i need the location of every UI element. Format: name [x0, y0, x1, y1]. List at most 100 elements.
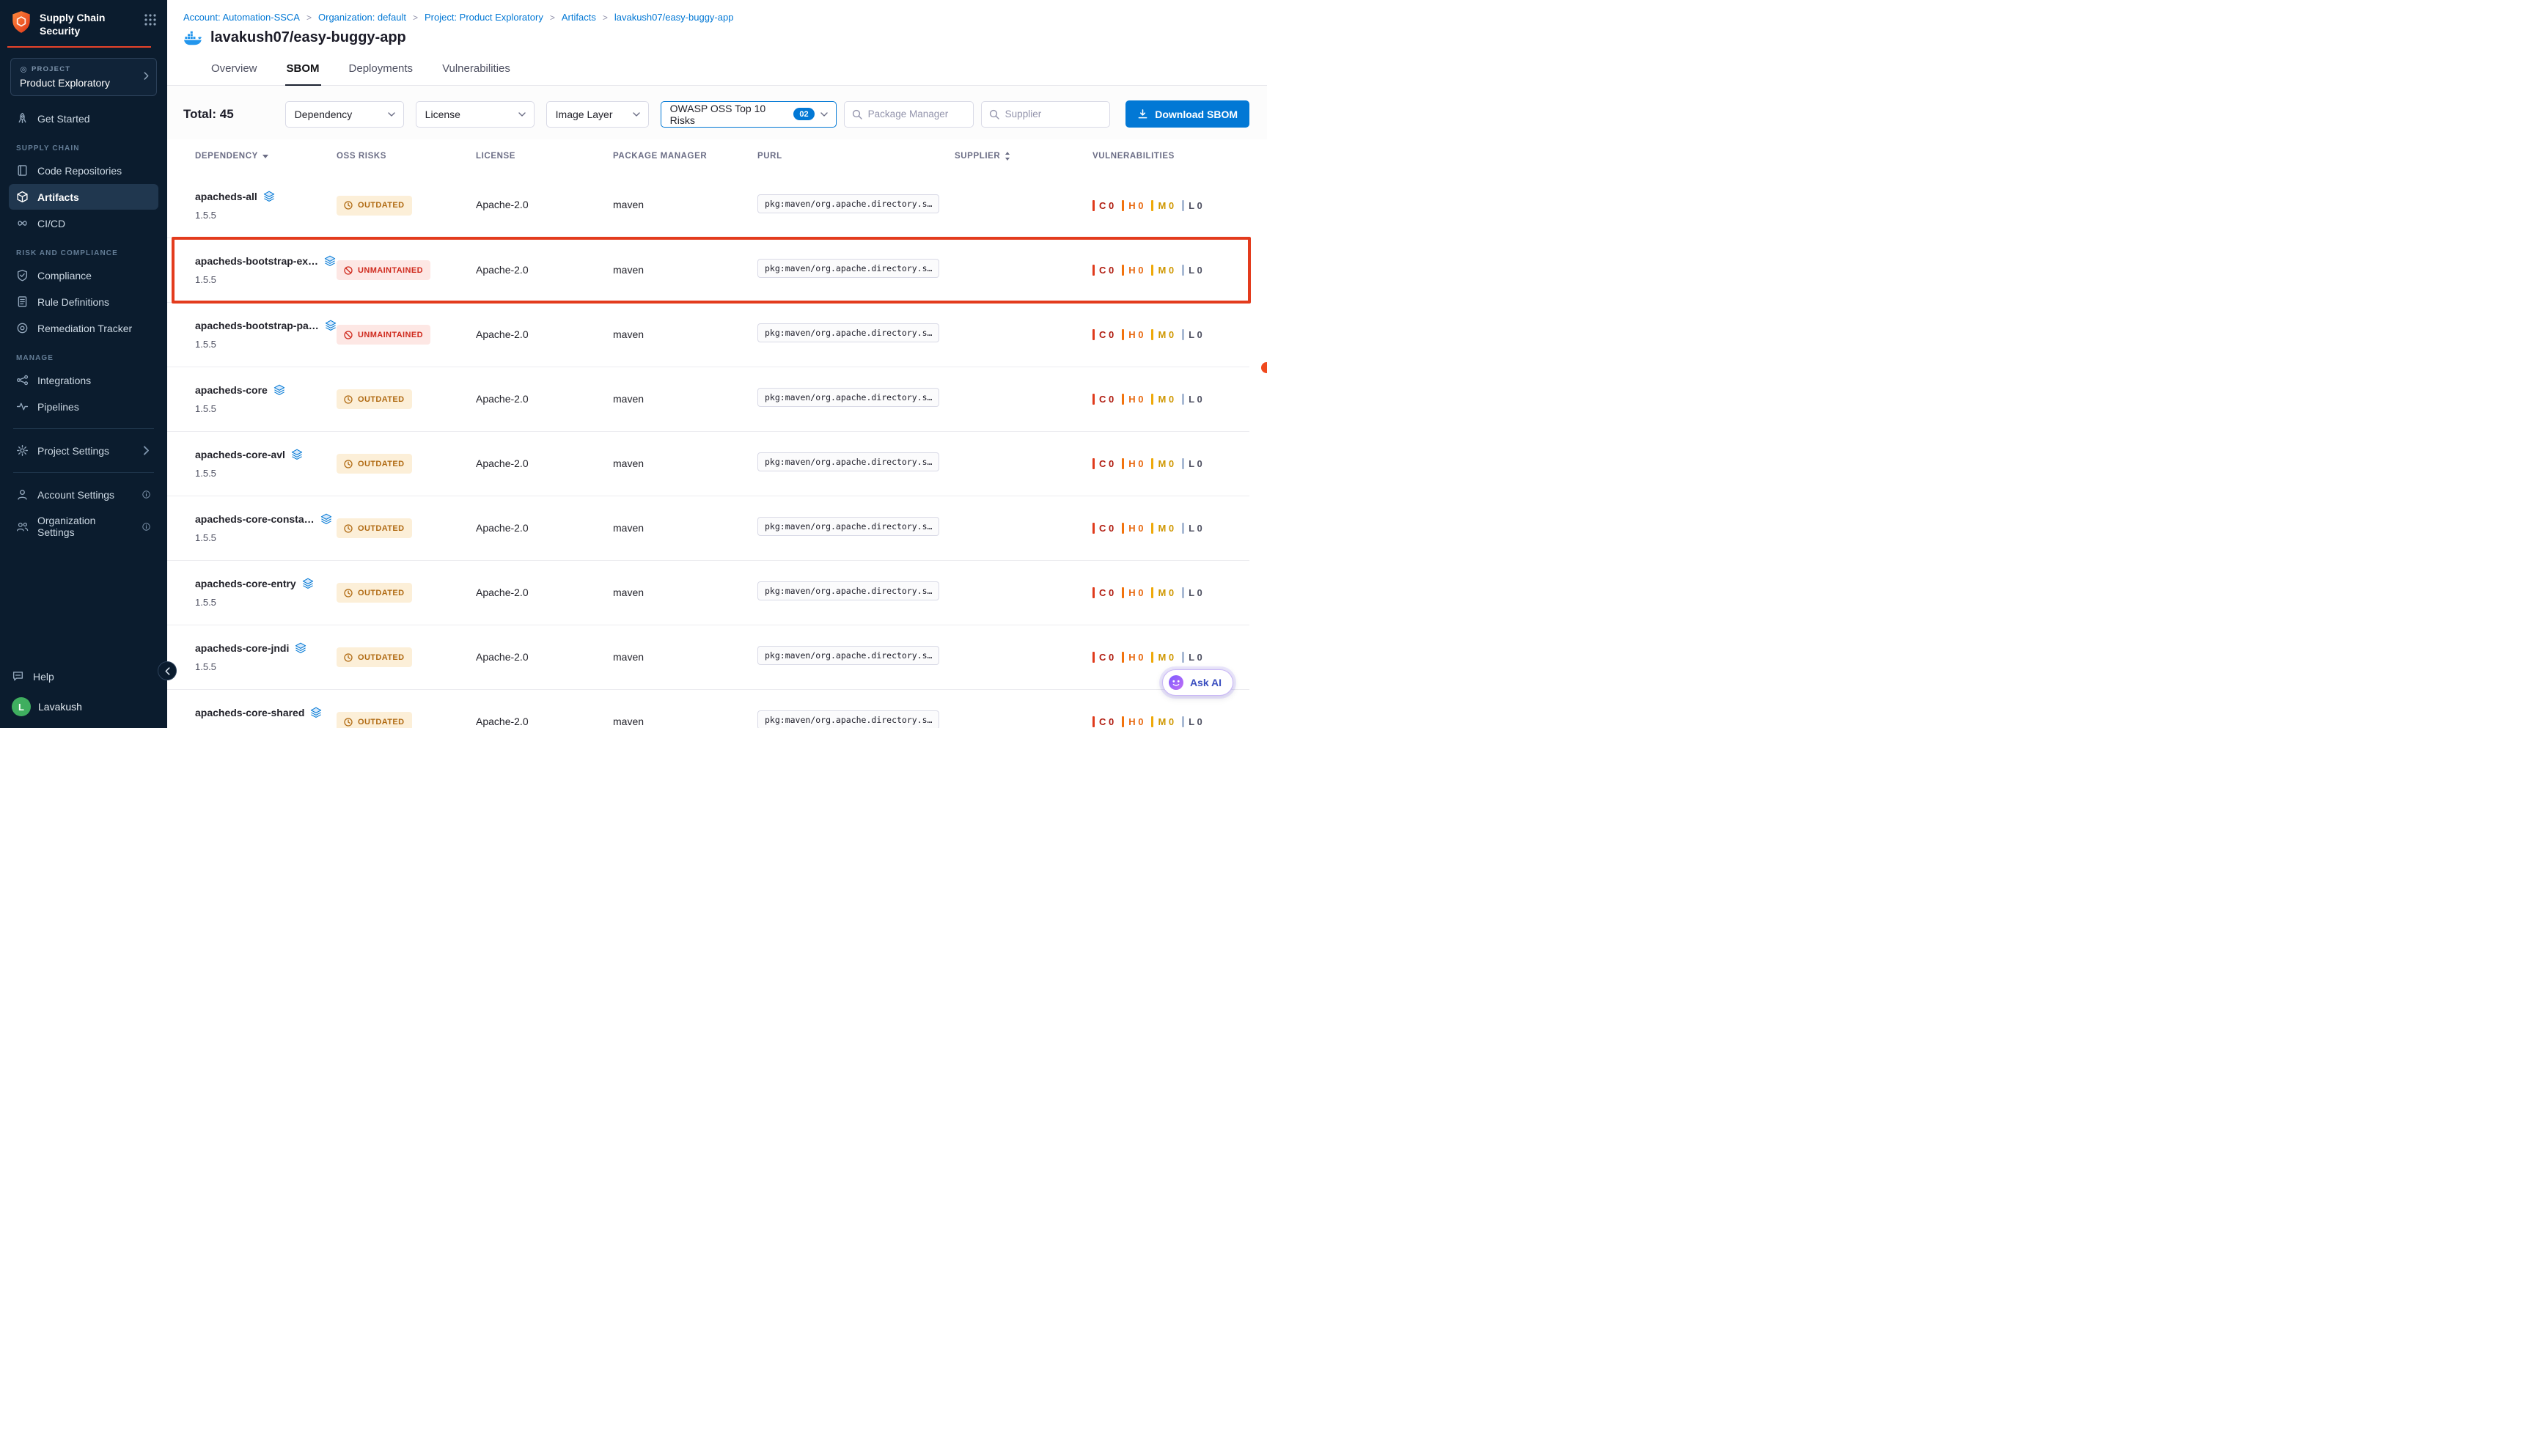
shield-check-icon [16, 269, 29, 282]
severity-critical-count: C 0 [1092, 716, 1114, 727]
sidebar-item-cicd[interactable]: CI/CD [9, 210, 158, 236]
sidebar-item-remediation-tracker[interactable]: Remediation Tracker [9, 315, 158, 341]
table-row[interactable]: apacheds-core 1.5.5 OUTDATED Apache-2.0 … [167, 367, 1249, 431]
purl-chip[interactable]: pkg:maven/org.apache.directory.s… [757, 452, 939, 471]
dependency-version: 1.5.5 [195, 661, 337, 672]
purl-chip[interactable]: pkg:maven/org.apache.directory.s… [757, 259, 939, 278]
license-filter-dropdown[interactable]: License [416, 101, 535, 128]
sidebar-item-organization-settings[interactable]: Organization Settings [9, 508, 158, 545]
header-license[interactable]: LICENSE [476, 152, 613, 161]
breadcrumb-project[interactable]: Project: Product Exploratory [425, 12, 543, 23]
header-supplier[interactable]: SUPPLIER [955, 152, 1092, 161]
document-icon [16, 295, 29, 308]
feedback-notification-dot[interactable] [1261, 362, 1267, 373]
header-oss-risks[interactable]: OSS RISKS [337, 152, 476, 161]
breadcrumb-current[interactable]: lavakush07/easy-buggy-app [614, 12, 734, 23]
severity-high-count: H 0 [1122, 523, 1143, 534]
dependency-version: 1.5.5 [195, 403, 337, 414]
table-row-highlighted[interactable]: apacheds-bootstrap-ex… 1.5.5 UNMAINTAINE… [167, 238, 1249, 302]
severity-low-count: L 0 [1182, 265, 1202, 276]
sidebar-item-integrations[interactable]: Integrations [9, 367, 158, 393]
tab-sbom[interactable]: SBOM [285, 55, 321, 86]
license-value: Apache-2.0 [476, 457, 529, 469]
purl-chip[interactable]: pkg:maven/org.apache.directory.s… [757, 646, 939, 665]
person-gear-icon [16, 488, 29, 501]
brand-header: Supply Chain Security [0, 0, 167, 48]
dependency-cell: apacheds-bootstrap-ex… 1.5.5 [195, 255, 337, 285]
sidebar-item-account-settings[interactable]: Account Settings [9, 482, 158, 507]
oss-risk-cell: UNMAINTAINED [337, 325, 476, 345]
download-sbom-button[interactable]: Download SBOM [1125, 100, 1249, 128]
header-vulnerabilities[interactable]: VULNERABILITIES [1092, 152, 1249, 161]
purl-chip[interactable]: pkg:maven/org.apache.directory.s… [757, 581, 939, 600]
sidebar-item-label: Organization Settings [37, 515, 133, 538]
header-package-manager[interactable]: PACKAGE MANAGER [613, 152, 757, 161]
purl-chip[interactable]: pkg:maven/org.apache.directory.s… [757, 388, 939, 407]
breadcrumb-account[interactable]: Account: Automation-SSCA [183, 12, 300, 23]
dependency-cell: apacheds-all 1.5.5 [195, 191, 337, 221]
project-selector[interactable]: PROJECT Product Exploratory [10, 58, 157, 96]
severity-high-count: H 0 [1122, 652, 1143, 663]
oss-risk-cell: OUTDATED [337, 583, 476, 603]
breadcrumb-artifacts[interactable]: Artifacts [562, 12, 596, 23]
download-icon [1137, 109, 1148, 120]
image-layer-filter-dropdown[interactable]: Image Layer [546, 101, 649, 128]
purl-chip[interactable]: pkg:maven/org.apache.directory.s… [757, 710, 939, 728]
dependency-version: 1.5.5 [195, 274, 337, 285]
vulnerabilities-cell: C 0 H 0 M 0 L 0 [1092, 652, 1249, 663]
owasp-risks-filter-dropdown[interactable]: OWASP OSS Top 10 Risks 02 [661, 101, 837, 128]
sidebar-item-code-repositories[interactable]: Code Repositories [9, 158, 158, 183]
sidebar-item-pipelines[interactable]: Pipelines [9, 394, 158, 419]
purl-chip[interactable]: pkg:maven/org.apache.directory.s… [757, 517, 939, 536]
header-label: VULNERABILITIES [1092, 152, 1175, 161]
vulnerabilities-cell: C 0 H 0 M 0 L 0 [1092, 587, 1249, 598]
main-content: Account: Automation-SSCA > Organization:… [167, 0, 1267, 728]
clock-icon [344, 460, 353, 468]
table-row[interactable]: apacheds-core-shared 1.5.5 OUTDATED Apac… [167, 689, 1249, 728]
oss-risk-label: OUTDATED [358, 395, 405, 404]
project-label: PROJECT [32, 65, 70, 73]
dependency-filter-dropdown[interactable]: Dependency [285, 101, 404, 128]
sidebar-item-rule-definitions[interactable]: Rule Definitions [9, 289, 158, 315]
table-row[interactable]: apacheds-core-avl 1.5.5 OUTDATED Apache-… [167, 431, 1249, 496]
package-manager-cell: maven [613, 587, 757, 600]
ask-ai-button[interactable]: Ask AI [1162, 669, 1233, 696]
dependency-name: apacheds-bootstrap-pa… [195, 320, 319, 331]
severity-high-count: H 0 [1122, 200, 1143, 211]
purl-chip[interactable]: pkg:maven/org.apache.directory.s… [757, 323, 939, 342]
sidebar-item-get-started[interactable]: Get Started [9, 106, 158, 131]
purl-cell: pkg:maven/org.apache.directory.s… [757, 517, 955, 540]
tab-deployments[interactable]: Deployments [348, 55, 415, 86]
dependency-version: 1.5.5 [195, 468, 337, 479]
module-title-line1: Supply Chain [40, 11, 105, 24]
package-manager-value: maven [613, 457, 644, 469]
dependency-name: apacheds-core-shared [195, 707, 304, 718]
package-manager-input[interactable] [868, 109, 966, 120]
nodes-icon [16, 374, 29, 386]
oss-risk-label: UNMAINTAINED [358, 266, 423, 275]
breadcrumb-organization[interactable]: Organization: default [318, 12, 406, 23]
vulnerabilities-cell: C 0 H 0 M 0 L 0 [1092, 716, 1249, 727]
header-purl[interactable]: PURL [757, 152, 955, 161]
header-dependency[interactable]: DEPENDENCY [195, 152, 337, 161]
sidebar-divider [13, 428, 154, 429]
user-menu[interactable]: L Lavakush [12, 697, 155, 716]
sidebar-item-artifacts[interactable]: Artifacts [9, 184, 158, 210]
module-switcher-button[interactable] [144, 10, 157, 30]
help-button[interactable]: Help [12, 670, 155, 683]
table-row[interactable]: apacheds-core-jndi 1.5.5 OUTDATED Apache… [167, 625, 1249, 689]
sidebar-item-project-settings[interactable]: Project Settings [9, 438, 158, 463]
table-row[interactable]: apacheds-bootstrap-pa… 1.5.5 UNMAINTAINE… [167, 302, 1249, 367]
sidebar-collapse-button[interactable] [158, 661, 177, 680]
severity-medium-count: M 0 [1151, 458, 1174, 469]
table-row[interactable]: apacheds-all 1.5.5 OUTDATED Apache-2.0 m… [167, 173, 1249, 238]
sidebar-item-compliance[interactable]: Compliance [9, 262, 158, 288]
package-manager-value: maven [613, 264, 644, 276]
table-row[interactable]: apacheds-core-consta… 1.5.5 OUTDATED Apa… [167, 496, 1249, 560]
dependency-cell: apacheds-core-consta… 1.5.5 [195, 513, 337, 543]
purl-chip[interactable]: pkg:maven/org.apache.directory.s… [757, 194, 939, 213]
tab-overview[interactable]: Overview [210, 55, 259, 86]
supplier-input[interactable] [1005, 109, 1102, 120]
tab-vulnerabilities[interactable]: Vulnerabilities [441, 55, 512, 86]
table-row[interactable]: apacheds-core-entry 1.5.5 OUTDATED Apach… [167, 560, 1249, 625]
